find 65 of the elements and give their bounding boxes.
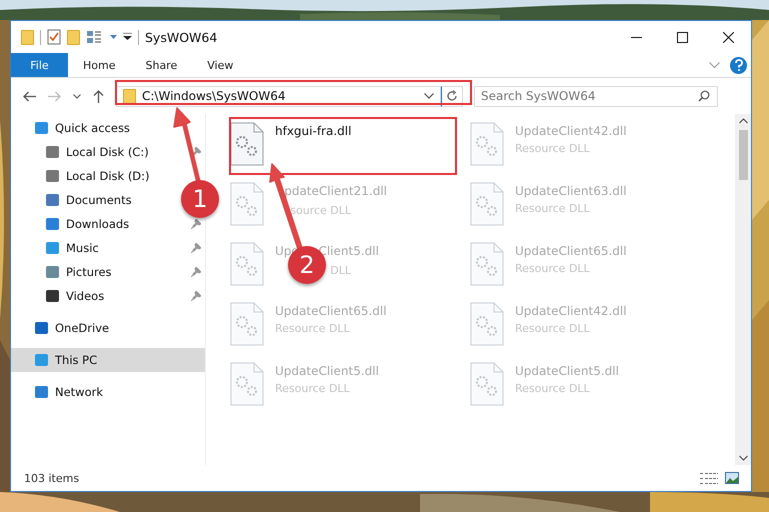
file-name: UpdateClient42.dll [515,304,627,318]
maximize-icon[interactable] [676,32,688,42]
scroll-down-icon[interactable] [738,455,748,461]
help-icon[interactable] [730,56,747,74]
nav-item[interactable]: This PC [11,348,205,372]
nav-item[interactable]: Downloads [46,212,132,236]
nav-item[interactable]: Videos [46,284,106,308]
nav-item[interactable]: OneDrive [11,316,205,340]
file-type: Resource DLL [515,322,590,336]
nav-item[interactable]: Music [46,236,101,260]
minimize-icon[interactable] [630,36,642,38]
pin-icon[interactable] [191,147,201,157]
dropdown-caret-icon[interactable] [110,34,117,40]
file-name: UpdateClient63.dll [515,184,627,198]
customize-caret-icon[interactable] [123,33,132,41]
view-options-icon[interactable] [86,30,104,44]
file-type: Resource DLL [275,322,350,336]
details-view-icon[interactable] [699,472,719,484]
back-icon[interactable] [23,90,36,102]
nav-item[interactable]: Documents [46,188,134,212]
nav-item[interactable]: Pictures [46,260,114,284]
scroll-up-icon[interactable] [738,118,748,124]
search-field[interactable]: Search SysWOW64 [474,86,718,106]
pin-icon[interactable] [191,243,201,253]
item-count: 103 items [24,472,80,484]
properties-icon[interactable] [47,29,61,45]
file-name: UpdateClient42.dll [515,124,627,138]
pin-icon[interactable] [191,219,201,229]
file-type: Resource DLL [515,382,590,396]
folder-icon [123,88,136,104]
file-name: UpdateClient65.dll [515,244,627,258]
up-icon[interactable] [93,90,104,102]
dll-file-icon[interactable] [230,122,264,166]
recent-caret-icon[interactable] [73,94,81,98]
ribbon-tab[interactable]: File [11,53,68,77]
file-name: UpdateClient5.dll [515,364,619,378]
large-icons-view-icon[interactable] [725,472,739,484]
nav-item[interactable]: Local Disk (C:) [46,140,151,164]
ribbon-tab[interactable]: Share [130,53,192,77]
file-name: hfxgui-fra.dll [275,124,352,138]
file-type: Resource DLL [275,382,350,396]
pin-icon[interactable] [191,267,201,277]
scrollbar[interactable] [735,114,751,465]
ribbon-tab[interactable]: Home [68,53,130,77]
close-icon[interactable] [722,32,734,42]
file-type: Resource DLL [515,202,590,216]
pin-icon[interactable] [191,291,201,301]
new-folder-icon[interactable] [67,30,80,44]
file-type: DLL [330,264,351,278]
file-name: UpdateClient65.dll [275,304,387,318]
nav-item[interactable]: Local Disk (D:) [46,164,152,188]
expand-ribbon-icon[interactable] [709,62,720,68]
window-title: SysWOW64 [145,30,218,44]
file-name: pdateClient21.dll [284,184,387,198]
refresh-icon[interactable] [446,90,458,102]
folder-icon[interactable] [21,30,34,44]
file-type: Resource DLL [515,142,590,156]
nav-item[interactable]: Network [11,380,205,404]
file-type: source DLL [290,204,351,218]
scrollbar-thumb[interactable] [738,130,748,180]
file-name: UpdateClient5.dll [275,364,379,378]
file-type: Resource DLL [515,262,590,276]
ribbon-tab[interactable]: View [192,53,248,77]
history-caret-icon[interactable] [424,93,434,99]
nav-item[interactable]: Quick access [11,116,205,140]
